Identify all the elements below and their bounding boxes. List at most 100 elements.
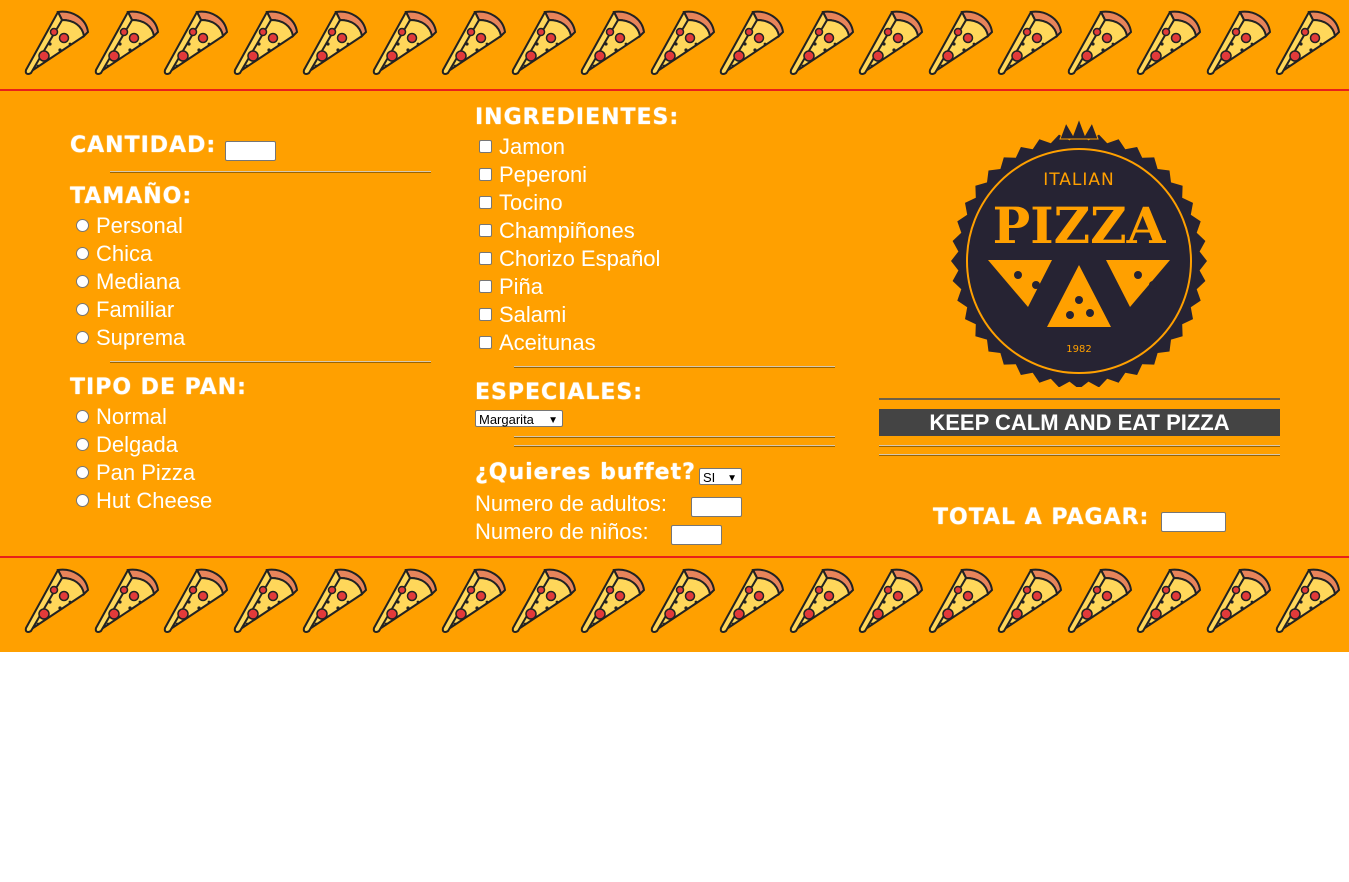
header-band (0, 0, 1349, 91)
pan-option-pan-pizza[interactable]: Pan Pizza (76, 460, 195, 486)
pizza-slice-icon (789, 568, 855, 633)
logo-main-text: PIZZA (993, 196, 1167, 255)
pizza-slice-icon (719, 10, 785, 75)
keep-calm-banner: KEEP CALM AND EAT PIZZA (879, 409, 1280, 436)
italian-pizza-logo: ITALIAN PIZZA 1982 (951, 117, 1207, 387)
pizza-slice-icon (1067, 568, 1133, 633)
pizza-slice-icon (1136, 10, 1202, 75)
tamano-option-personal[interactable]: Personal (76, 213, 183, 239)
total-label: TOTAL A PAGAR: (933, 505, 1150, 530)
checkbox[interactable] (479, 335, 492, 349)
pizza-slice-icon (928, 568, 994, 633)
radio-button[interactable] (76, 493, 89, 507)
ingrediente-salami[interactable]: Salami (479, 302, 566, 328)
pizza-slice-icon (233, 10, 299, 75)
radio-button[interactable] (76, 330, 89, 344)
radio-button[interactable] (76, 218, 89, 232)
pizza-slice-icon (372, 568, 438, 633)
chevron-down-icon: ▼ (548, 415, 558, 426)
divider (110, 361, 431, 363)
tipo-pan-label: TIPO DE PAN: (70, 375, 247, 400)
checkbox[interactable] (479, 139, 492, 153)
order-form: CANTIDAD: TAMAÑO: Personal Chica Mediana… (0, 91, 1349, 556)
pan-option-hut-cheese[interactable]: Hut Cheese (76, 488, 212, 514)
checkbox[interactable] (479, 307, 492, 321)
pizza-slice-icon (1067, 10, 1133, 75)
radio-button[interactable] (76, 302, 89, 316)
checkbox[interactable] (479, 195, 492, 209)
pizza-slice-icon (650, 568, 716, 633)
pizza-slice-icon (997, 568, 1063, 633)
total-input[interactable] (1161, 512, 1226, 532)
buffet-select[interactable]: SI ▼ (699, 468, 742, 485)
divider (514, 366, 835, 368)
chevron-down-icon: ▼ (727, 473, 737, 484)
pizza-slice-icon (94, 10, 160, 75)
especiales-label: ESPECIALES: (475, 380, 644, 405)
ingrediente-jamon[interactable]: Jamon (479, 134, 565, 160)
cantidad-label: CANTIDAD: (70, 133, 217, 158)
pizza-slice-icon (511, 10, 577, 75)
divider (879, 445, 1280, 447)
checkbox[interactable] (479, 167, 492, 181)
tamano-option-mediana[interactable]: Mediana (76, 269, 180, 295)
ingrediente-tocino[interactable]: Tocino (479, 190, 563, 216)
divider (110, 171, 431, 173)
checkbox[interactable] (479, 223, 492, 237)
pizza-slice-icon (858, 10, 924, 75)
pizza-slice-icon (233, 568, 299, 633)
pizza-slice-icon (94, 568, 160, 633)
pizza-slice-icon (858, 568, 924, 633)
checkbox[interactable] (479, 279, 492, 293)
pizza-slice-icon (1136, 568, 1202, 633)
cantidad-input[interactable] (225, 141, 276, 161)
divider (514, 445, 835, 447)
radio-button[interactable] (76, 437, 89, 451)
pizza-slice-icon (580, 568, 646, 633)
pizza-slice-row (24, 8, 1341, 76)
pizza-slice-icon (928, 10, 994, 75)
ingrediente-champinones[interactable]: Champiñones (479, 218, 635, 244)
pan-option-delgada[interactable]: Delgada (76, 432, 178, 458)
footer-band (0, 556, 1349, 652)
pizza-slice-icon (163, 10, 229, 75)
ingrediente-pina[interactable]: Piña (479, 274, 543, 300)
especiales-select[interactable]: Margarita ▼ (475, 410, 563, 427)
radio-button[interactable] (76, 465, 89, 479)
ingrediente-chorizo[interactable]: Chorizo Español (479, 246, 660, 272)
pizza-slice-icon (580, 10, 646, 75)
pizza-slice-icon (650, 10, 716, 75)
ninos-input[interactable] (671, 525, 722, 545)
tamano-option-suprema[interactable]: Suprema (76, 325, 185, 351)
tamano-option-chica[interactable]: Chica (76, 241, 152, 267)
adultos-input[interactable] (691, 497, 742, 517)
radio-button[interactable] (76, 274, 89, 288)
pizza-slice-icon (789, 10, 855, 75)
pizza-slice-icon (24, 568, 90, 633)
ninos-label: Numero de niños: (475, 519, 649, 544)
pizza-slice-icon (372, 10, 438, 75)
adultos-label: Numero de adultos: (475, 491, 667, 516)
radio-button[interactable] (76, 409, 89, 423)
buffet-label: ¿Quieres buffet? (475, 460, 696, 485)
ingrediente-aceitunas[interactable]: Aceitunas (479, 330, 596, 356)
tamano-option-familiar[interactable]: Familiar (76, 297, 174, 323)
ingredientes-label: INGREDIENTES: (475, 105, 680, 130)
pizza-slice-icon (1206, 10, 1272, 75)
divider (879, 454, 1280, 456)
tamano-label: TAMAÑO: (70, 184, 193, 209)
divider (879, 398, 1280, 400)
radio-button[interactable] (76, 246, 89, 260)
pizza-slice-icon (511, 568, 577, 633)
logo-year-text: 1982 (1066, 344, 1091, 355)
pizza-slice-icon (1206, 568, 1272, 633)
pizza-slice-icon (1275, 10, 1341, 75)
pizza-slice-icon (302, 568, 368, 633)
pizza-slice-row (24, 566, 1341, 634)
checkbox[interactable] (479, 251, 492, 265)
pizza-slice-icon (163, 568, 229, 633)
divider (514, 436, 835, 438)
pizza-slice-icon (441, 568, 507, 633)
ingrediente-peperoni[interactable]: Peperoni (479, 162, 587, 188)
pan-option-normal[interactable]: Normal (76, 404, 167, 430)
